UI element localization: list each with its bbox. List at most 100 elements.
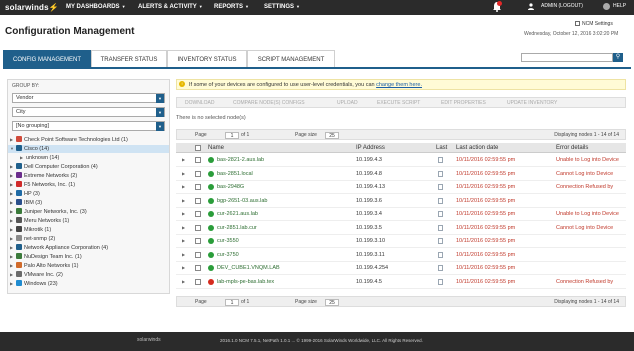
tree-item[interactable]: ▶ Windows (23) xyxy=(8,280,169,288)
expand-icon[interactable]: ▶ xyxy=(182,238,185,243)
tree-item[interactable]: ▶ unknown (14) xyxy=(8,154,169,162)
table-row[interactable]: ▶ lab-mpls-pe-bas.lab.tex 10.199.4.5 10/11/… xyxy=(176,275,626,289)
node-name-link[interactable]: bas-2948G xyxy=(217,184,244,190)
config-doc-icon[interactable] xyxy=(438,251,443,258)
table-row[interactable]: ▶ cur-2621.aus.lab 10.199.3.4 10/11/2016 02… xyxy=(176,208,626,221)
expand-icon[interactable]: ▶ xyxy=(182,198,185,203)
table-row[interactable]: ▶ cur-3550 10.199.3.10 10/11/2016 02:59:55 … xyxy=(176,235,626,248)
compare-configs-button[interactable]: COMPARE NODE(S) CONFIGS xyxy=(233,100,305,106)
nav-alerts-activity[interactable]: ALERTS & ACTIVITY ▼ xyxy=(138,4,203,10)
expand-icon[interactable]: ▶ xyxy=(182,157,185,162)
tree-item[interactable]: ▶ IBM (3) xyxy=(8,199,169,207)
tree-item[interactable]: ▶ Palo Alto Networks (1) xyxy=(8,262,169,270)
column-ip[interactable]: IP Address xyxy=(356,145,385,151)
expand-icon[interactable]: ▶ xyxy=(182,184,185,189)
group-by-select-3[interactable]: [No grouping] ▼ xyxy=(12,121,165,131)
download-button[interactable]: DOWNLOAD xyxy=(185,100,214,106)
change-credentials-link[interactable]: change them here. xyxy=(376,82,422,88)
tree-item[interactable]: ▶ Check Point Software Technologies Ltd (… xyxy=(8,136,169,144)
row-checkbox[interactable] xyxy=(195,265,201,271)
config-doc-icon[interactable] xyxy=(438,224,443,231)
row-checkbox[interactable] xyxy=(195,197,201,204)
select-all-checkbox[interactable] xyxy=(195,145,201,151)
tree-item[interactable]: ▶ Mikrotik (1) xyxy=(8,226,169,234)
tree-item[interactable]: ▶ Extreme Networks (2) xyxy=(8,172,169,180)
table-row[interactable]: ▶ DEV_CUBE1.VNQM.LAB 10.199.4.254 10/11/201… xyxy=(176,262,626,275)
tree-item[interactable]: ▶ Juniper Networks, Inc. (3) xyxy=(8,208,169,216)
solarwinds-logo[interactable]: solarwinds⚡ xyxy=(5,3,59,12)
search-button[interactable]: ⚲ xyxy=(613,53,623,62)
tree-item[interactable]: ▶ F5 Networks, Inc. (1) xyxy=(8,181,169,189)
expand-icon[interactable]: ▶ xyxy=(182,211,185,216)
table-row[interactable]: ▶ cur-3750 10.199.3.11 10/11/2016 02:59:55 … xyxy=(176,248,626,262)
help-icon[interactable] xyxy=(603,3,610,10)
column-error-details[interactable]: Error details xyxy=(556,145,588,151)
node-name-link[interactable]: cur-3550 xyxy=(217,238,239,244)
row-checkbox[interactable] xyxy=(195,238,201,244)
pager-page-input[interactable]: 1 xyxy=(225,132,239,139)
search-input[interactable] xyxy=(521,53,613,62)
nav-reports[interactable]: REPORTS ▼ xyxy=(214,4,249,10)
node-name-link[interactable]: cur-2621.aus.lab xyxy=(217,211,258,217)
tree-item[interactable]: ▶ HP (3) xyxy=(8,190,169,198)
tree-item[interactable]: ▶ NuDesign Team Inc. (1) xyxy=(8,253,169,261)
update-inventory-button[interactable]: UPDATE INVENTORY xyxy=(507,100,557,106)
tab-config-management[interactable]: CONFIG MANAGEMENT xyxy=(3,50,91,67)
table-row[interactable]: ▶ bas-2851.local 10.199.4.8 10/11/2016 02:5… xyxy=(176,167,626,181)
upload-button[interactable]: UPLOAD xyxy=(337,100,358,106)
row-checkbox[interactable] xyxy=(195,278,201,285)
row-checkbox[interactable] xyxy=(195,224,201,231)
execute-script-button[interactable]: EXECUTE SCRIPT xyxy=(377,100,420,106)
table-row[interactable]: ▶ bas-2821-2.aus.lab 10.199.4.3 10/11/2016 … xyxy=(176,154,626,167)
column-last-action-date[interactable]: Last action date xyxy=(456,145,498,151)
edit-properties-button[interactable]: EDIT PROPERTIES xyxy=(441,100,486,106)
user-logout-link[interactable]: ADMIN (LOGOUT) xyxy=(541,3,583,9)
pager-page-input[interactable]: 1 xyxy=(225,299,239,306)
tab-inventory-status[interactable]: INVENTORY STATUS xyxy=(167,50,247,67)
tree-item[interactable]: ▶ net-snmp (2) xyxy=(8,235,169,243)
tab-script-management[interactable]: SCRIPT MANAGEMENT xyxy=(247,50,335,67)
expand-icon[interactable]: ▶ xyxy=(182,225,185,230)
nav-my-dashboards[interactable]: MY DASHBOARDS ▼ xyxy=(66,4,126,10)
node-name-link[interactable]: bgp-2651-03.aus.lab xyxy=(217,198,267,204)
row-checkbox[interactable] xyxy=(195,251,201,258)
column-last[interactable]: Last xyxy=(436,145,447,151)
column-name[interactable]: Name xyxy=(208,145,224,151)
expand-icon[interactable]: ▶ xyxy=(182,279,185,284)
node-name-link[interactable]: lab-mpls-pe-bas.lab.tex xyxy=(217,279,274,285)
node-name-link[interactable]: DEV_CUBE1.VNQM.LAB xyxy=(217,265,280,271)
config-doc-icon[interactable] xyxy=(438,265,443,271)
config-doc-icon[interactable] xyxy=(438,278,443,285)
tree-item[interactable]: ▼ Cisco (14) xyxy=(8,145,169,153)
pager-size-input[interactable]: 25 xyxy=(325,299,339,306)
table-row[interactable]: ▶ cur-2851.lab.cur 10.199.3.5 10/11/2016 02… xyxy=(176,221,626,235)
expand-icon[interactable]: ▶ xyxy=(182,171,185,176)
table-row[interactable]: ▶ bgp-2651-03.aus.lab 10.199.3.6 10/11/2016… xyxy=(176,194,626,208)
config-doc-icon[interactable] xyxy=(438,211,443,217)
ncm-settings-link[interactable]: NCM Settings xyxy=(582,21,613,27)
help-link[interactable]: HELP xyxy=(613,3,626,9)
config-doc-icon[interactable] xyxy=(438,184,443,190)
config-doc-icon[interactable] xyxy=(438,157,443,163)
tree-item[interactable]: ▶ VMware Inc. (2) xyxy=(8,271,169,279)
expand-icon[interactable]: ▶ xyxy=(182,265,185,270)
group-by-select-1[interactable]: Vendor ▼ xyxy=(12,93,165,103)
node-name-link[interactable]: cur-3750 xyxy=(217,252,239,258)
tree-item[interactable]: ▶ Meru Networks (1) xyxy=(8,217,169,225)
tree-item[interactable]: ▶ Network Appliance Corporation (4) xyxy=(8,244,169,252)
table-row[interactable]: ▶ bas-2948G 10.199.4.13 10/11/2016 02:59:55… xyxy=(176,181,626,194)
row-checkbox[interactable] xyxy=(195,170,201,177)
node-name-link[interactable]: bas-2821-2.aus.lab xyxy=(217,157,264,163)
config-doc-icon[interactable] xyxy=(438,197,443,204)
config-doc-icon[interactable] xyxy=(438,238,443,244)
pager-size-input[interactable]: 25 xyxy=(325,132,339,139)
row-checkbox[interactable] xyxy=(195,157,201,163)
node-name-link[interactable]: bas-2851.local xyxy=(217,171,253,177)
tree-item[interactable]: ▶ Dell Computer Corporation (4) xyxy=(8,163,169,171)
node-name-link[interactable]: cur-2851.lab.cur xyxy=(217,225,257,231)
nav-settings[interactable]: SETTINGS ▼ xyxy=(264,4,300,10)
config-doc-icon[interactable] xyxy=(438,170,443,177)
expand-icon[interactable]: ▶ xyxy=(182,252,185,257)
row-checkbox[interactable] xyxy=(195,211,201,217)
row-checkbox[interactable] xyxy=(195,184,201,190)
